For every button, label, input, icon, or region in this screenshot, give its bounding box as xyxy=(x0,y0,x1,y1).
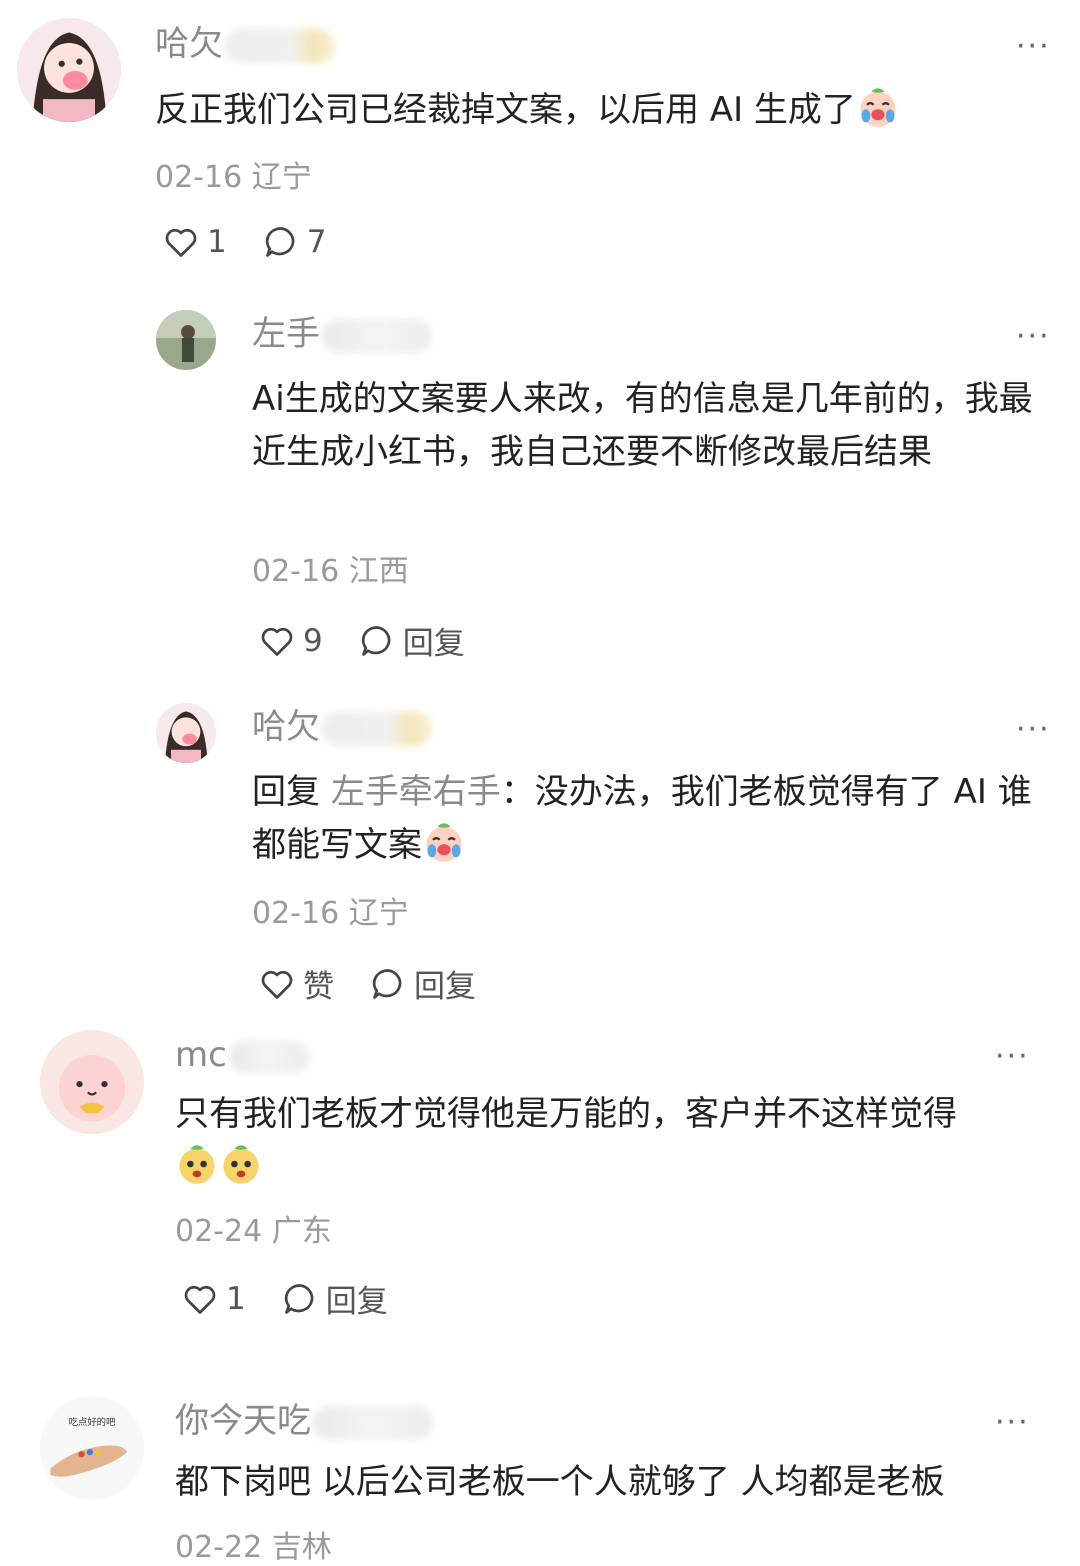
username[interactable]: mc xyxy=(175,1035,309,1075)
blurred-name xyxy=(228,1039,309,1074)
comment-text: 都下岗吧 以后公司老板一个人就够了 人均都是老板 xyxy=(175,1462,945,1502)
like-button[interactable]: 1 xyxy=(182,1281,246,1317)
more-icon[interactable]: ··· xyxy=(995,1408,1030,1438)
username[interactable]: 你今天吃 xyxy=(175,1401,433,1441)
comment-actions: 1 回复 xyxy=(182,1276,424,1321)
blurred-name xyxy=(322,318,432,353)
blurred-name xyxy=(322,711,432,746)
heart-icon xyxy=(165,228,197,257)
heart-icon xyxy=(261,627,293,656)
sly-emoji-icon xyxy=(219,1142,263,1186)
more-icon[interactable]: ··· xyxy=(1016,322,1051,352)
more-icon[interactable]: ··· xyxy=(995,1042,1030,1072)
crying-emoji-icon xyxy=(422,820,466,864)
sly-emoji-icon xyxy=(175,1142,219,1186)
like-button[interactable]: 1 xyxy=(163,224,227,260)
comment-bubble-icon xyxy=(284,1283,314,1314)
avatar-caption: 吃点好的吧 xyxy=(69,1416,116,1428)
avatar[interactable] xyxy=(156,310,216,370)
blurred-name xyxy=(225,28,335,63)
comment-text: Ai生成的文案要人来改，有的信息是几年前的，我最近生成小红书，我自己还要不断修改… xyxy=(252,379,1033,472)
like-button[interactable]: 赞 xyxy=(259,961,334,1006)
hand-with-pills-avatar-icon: 吃点好的吧 xyxy=(40,1396,144,1500)
avatar[interactable] xyxy=(17,18,121,122)
comment-actions: 9 回复 xyxy=(259,618,501,663)
reply-button[interactable]: 回复 xyxy=(370,961,476,1006)
pink-character-avatar-icon xyxy=(40,1030,144,1134)
comment-meta: 02-16 江西 xyxy=(252,554,409,589)
comment-bubble-icon xyxy=(372,968,402,999)
avatar[interactable] xyxy=(40,1030,144,1134)
heart-icon xyxy=(261,970,293,999)
reply-button[interactable]: 回复 xyxy=(359,618,465,663)
comment-actions: 赞 回复 xyxy=(259,961,512,1006)
avatar[interactable] xyxy=(156,703,216,763)
photo-avatar-icon xyxy=(156,310,216,370)
reply-button[interactable]: 回复 xyxy=(282,1276,388,1321)
heart-icon xyxy=(184,1285,216,1314)
comment-text: 只有我们老板才觉得他是万能的，客户并不这样觉得 xyxy=(175,1088,1015,1194)
avatar[interactable]: 吃点好的吧 xyxy=(40,1396,144,1500)
comment-bubble-icon xyxy=(361,625,391,656)
username[interactable]: 左手 xyxy=(252,314,432,354)
username[interactable]: 哈欠 xyxy=(155,24,335,64)
comment-meta: 02-24 广东 xyxy=(175,1214,332,1249)
blurred-name xyxy=(313,1405,433,1440)
girl-avatar-icon xyxy=(17,18,121,122)
comment-meta: 02-22 吉林 xyxy=(175,1530,332,1565)
more-icon[interactable]: ··· xyxy=(1016,715,1051,745)
girl-avatar-icon xyxy=(156,703,216,763)
reply-target-link[interactable]: 左手牵右手 xyxy=(331,772,501,812)
like-button[interactable]: 9 xyxy=(259,623,323,659)
comment-bubble-icon xyxy=(265,227,295,257)
comment-meta: 02-16 辽宁 xyxy=(155,160,312,195)
crying-emoji-icon xyxy=(856,85,900,129)
comment-meta: 02-16 辽宁 xyxy=(252,896,409,931)
comment-actions: 1 7 xyxy=(163,224,362,260)
more-icon[interactable]: ··· xyxy=(1016,32,1051,62)
comment-text: 回复 左手牵右手：没办法，我们老板觉得有了 AI 谁都能写文案 xyxy=(252,772,1032,865)
username[interactable]: 哈欠 xyxy=(252,707,432,747)
reply-button[interactable]: 7 xyxy=(263,224,326,260)
comment-text: 反正我们公司已经裁掉文案，以后用 AI 生成了 xyxy=(155,84,1035,137)
